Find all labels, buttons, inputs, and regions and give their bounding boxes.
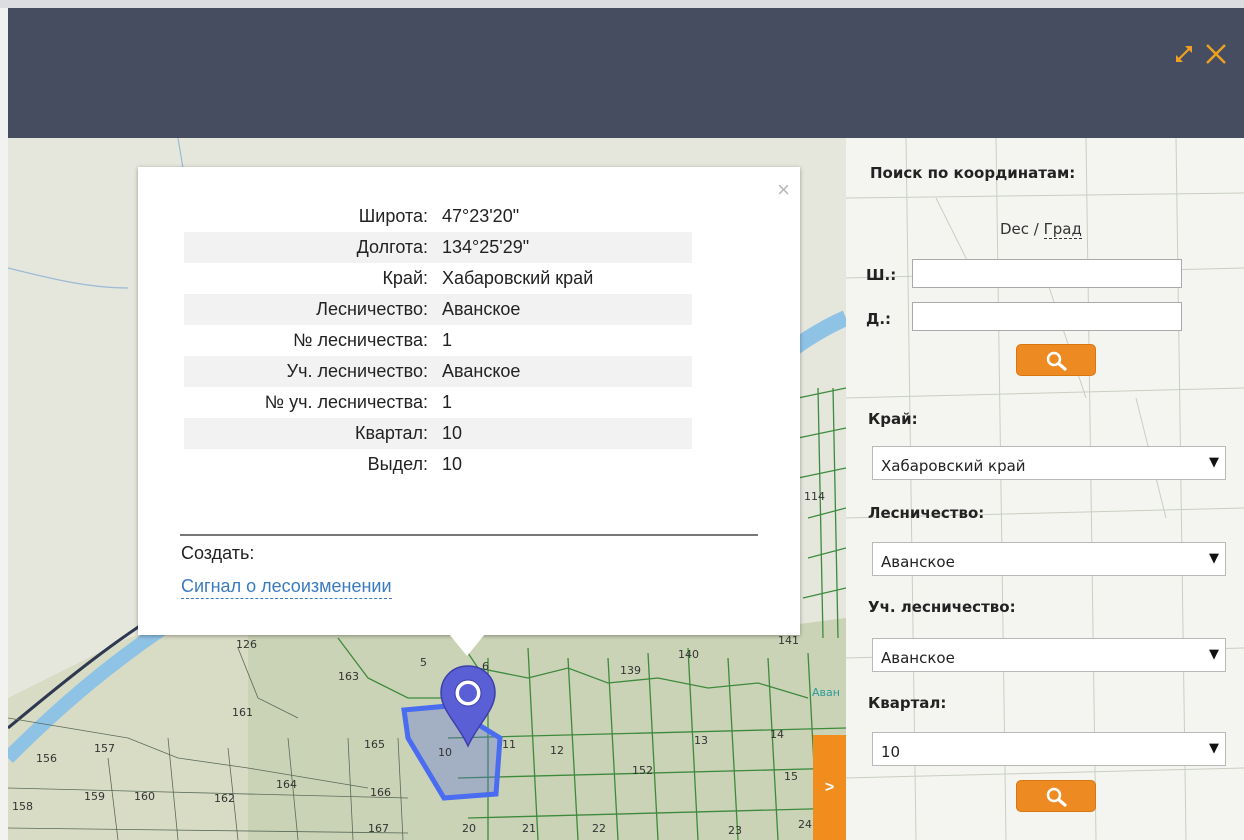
close-x-icon[interactable] (1204, 42, 1228, 71)
map-label: 158 (12, 800, 33, 813)
longitude-input[interactable] (912, 302, 1182, 331)
map-label: 23 (728, 824, 742, 837)
row-label: Край: (382, 268, 428, 288)
map-label: 21 (522, 822, 536, 835)
row-value: 134°25'29" (442, 232, 692, 263)
row-label: № уч. лесничества: (264, 392, 428, 412)
row-label: Уч. лесничество: (184, 356, 442, 387)
popup-divider (180, 534, 758, 536)
info-row: Широта: 47°23'20" (184, 201, 692, 232)
search-title: Поиск по координатам: (870, 164, 1076, 182)
map-label: 160 (134, 790, 155, 803)
create-label: Создать: (181, 543, 255, 563)
map-label: 14 (770, 728, 784, 741)
grad-format-option[interactable]: Град (1043, 220, 1082, 239)
map-label: 152 (632, 764, 653, 777)
krai-select-value: Хабаровский край (881, 457, 1026, 475)
info-row: Квартал: 10 (184, 418, 692, 449)
expand-arrows-icon[interactable] (1174, 44, 1194, 69)
map-label: Аван (812, 686, 840, 699)
row-value: Аванское (442, 356, 692, 387)
map-label: 166 (370, 786, 391, 799)
info-row: Долгота: 134°25'29" (184, 232, 692, 263)
map-label: 159 (84, 790, 105, 803)
map-label: 20 (462, 822, 476, 835)
map-label: 162 (214, 792, 235, 805)
lesnichestvo-select[interactable]: Аванское ▼ (872, 542, 1226, 576)
map-label: 13 (694, 734, 708, 747)
popup-close-button[interactable]: × (777, 179, 790, 201)
map-label: 163 (338, 670, 359, 683)
info-popup: × Широта: 47°23'20" Долгота: 134°25'29" Кр… (138, 167, 800, 635)
row-value: 1 (442, 330, 453, 350)
map-label: 140 (678, 648, 699, 661)
map-label: 15 (784, 770, 798, 783)
map-label: 22 (592, 822, 606, 835)
kvartal-select-value: 10 (881, 743, 901, 761)
kvartal-search-button[interactable] (1016, 780, 1096, 812)
map-label: 139 (620, 664, 641, 677)
longitude-label: Д.: (866, 310, 892, 328)
map-label: 126 (236, 638, 257, 651)
map-label: 141 (778, 634, 799, 647)
row-value: 10 (442, 454, 463, 474)
row-value: 1 (442, 392, 453, 412)
latitude-input[interactable] (912, 259, 1182, 288)
popup-pointer (449, 634, 485, 656)
row-value: Аванское (442, 294, 692, 325)
map-label: 165 (364, 738, 385, 751)
row-label: Лесничество: (184, 294, 442, 325)
row-label: № лесничества: (293, 330, 428, 350)
kvartal-label: Квартал: (868, 694, 947, 712)
uch-lesnichestvo-label: Уч. лесничество: (868, 598, 1016, 616)
map-label: 5 (420, 656, 427, 669)
map-label: 164 (276, 778, 297, 791)
coordinate-format-switch: Dec / Град (1000, 220, 1082, 239)
lesnichestvo-label: Лесничество: (868, 504, 985, 522)
map-label: 114 (804, 490, 825, 503)
krai-label: Край: (868, 410, 918, 428)
row-label: Широта: (358, 206, 428, 226)
latitude-label: Ш.: (866, 266, 897, 284)
dropdown-arrow-icon: ▼ (1209, 741, 1219, 756)
search-sidebar: Поиск по координатам: Dec / Град Ш.: Д.:… (846, 138, 1244, 840)
map-label: 11 (502, 738, 516, 751)
format-separator: / (1029, 220, 1044, 238)
window-top-strip (0, 0, 1244, 8)
uch-lesnichestvo-select[interactable]: Аванское ▼ (872, 638, 1226, 672)
map-label: 161 (232, 706, 253, 719)
dropdown-arrow-icon: ▼ (1209, 455, 1219, 470)
lesnichestvo-select-value: Аванское (881, 553, 955, 571)
info-table: Широта: 47°23'20" Долгота: 134°25'29" Край… (184, 201, 692, 480)
info-row: Лесничество: Аванское (184, 294, 692, 325)
sidebar-toggle-button[interactable]: > (813, 735, 846, 840)
info-row: Уч. лесничество: Аванское (184, 356, 692, 387)
info-row: Край: Хабаровский край (184, 263, 692, 294)
uch-lesnichestvo-select-value: Аванское (881, 649, 955, 667)
info-row: № уч. лесничества: 1 (184, 387, 692, 418)
krai-select[interactable]: Хабаровский край ▼ (872, 446, 1226, 480)
kvartal-select[interactable]: 10 ▼ (872, 732, 1226, 766)
row-label: Долгота: (184, 232, 442, 263)
map-label: 156 (36, 752, 57, 765)
dropdown-arrow-icon: ▼ (1209, 551, 1219, 566)
dec-format-option[interactable]: Dec (1000, 220, 1029, 238)
map-label: 12 (550, 744, 564, 757)
map-label: 157 (94, 742, 115, 755)
row-label: Квартал: (184, 418, 442, 449)
info-row: № лесничества: 1 (184, 325, 692, 356)
info-row: Выдел: 10 (184, 449, 692, 480)
coordinate-search-button[interactable] (1016, 344, 1096, 376)
row-value: 47°23'20" (442, 206, 520, 226)
row-value: 10 (442, 418, 692, 449)
row-value: Хабаровский край (442, 268, 594, 288)
signal-link[interactable]: Сигнал о лесоизменении (181, 574, 392, 599)
row-label: Выдел: (367, 454, 428, 474)
map-label: 24 (798, 818, 812, 831)
map-label: 167 (368, 822, 389, 835)
app-header (8, 8, 1244, 138)
dropdown-arrow-icon: ▼ (1209, 647, 1219, 662)
